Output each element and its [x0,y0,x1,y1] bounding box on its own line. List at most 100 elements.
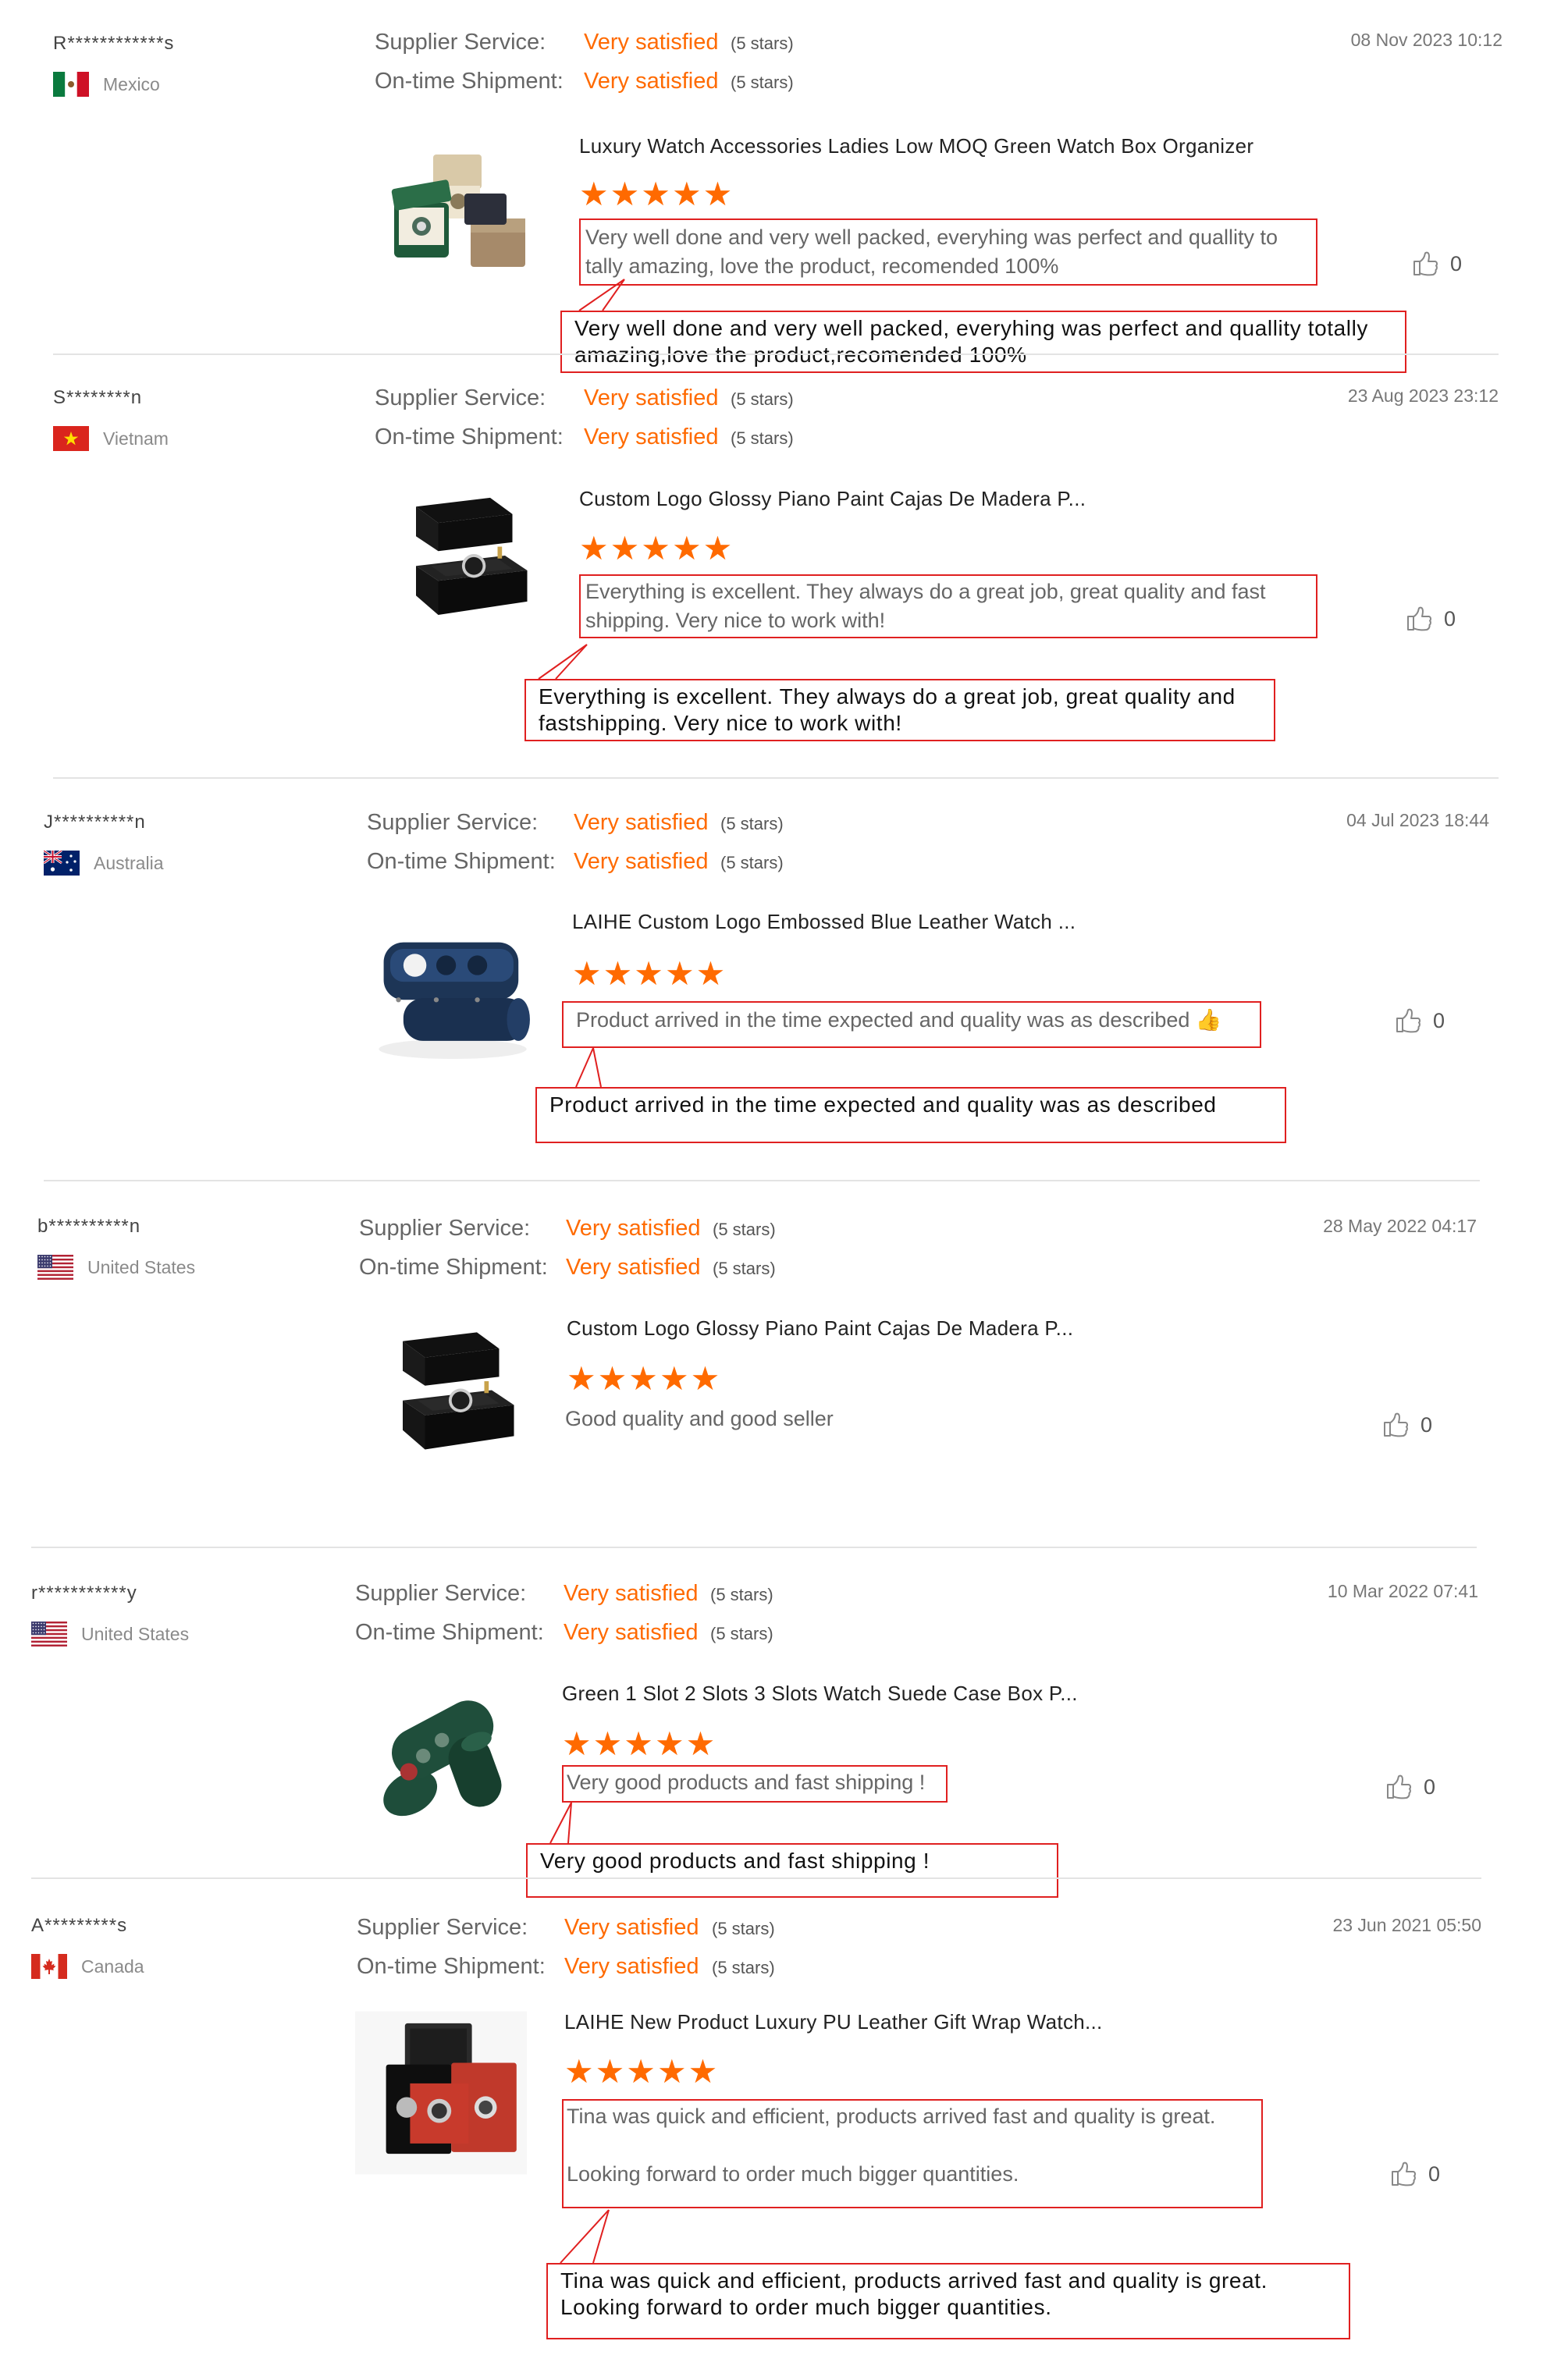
country-name: United States [81,1623,190,1644]
like-button[interactable]: 0 [1381,1411,1432,1439]
ontime-shipment-value: Very satisfied [564,1954,699,1979]
ontime-shipment-label: On-time Shipment: [355,1620,544,1645]
supplier-service-value: Very satisfied [584,30,719,55]
thumbs-up-icon [1394,1007,1422,1035]
product-rating-stars: ★★★★★ [572,955,727,992]
ontime-shipment-value: Very satisfied [564,1620,699,1645]
supplier-service-stars: (5 stars) [720,814,784,833]
review-date: 23 Jun 2021 05:50 [1332,1915,1481,1935]
product-title-link[interactable]: LAIHE Custom Logo Embossed Blue Leather … [572,910,1076,934]
product-image[interactable] [386,482,535,642]
like-count: 0 [1421,1412,1433,1437]
like-count: 0 [1433,1008,1445,1032]
reviewer-country: United States [37,1255,195,1280]
review-divider [53,777,1499,779]
supplier-service-stars: (5 stars) [731,389,794,409]
product-title-link[interactable]: Custom Logo Glossy Piano Paint Cajas De … [579,487,1086,511]
reviewer-name: S********n [53,387,143,408]
review-comment: Everything is excellent. They always do … [579,574,1317,638]
like-button[interactable]: 0 [1394,1007,1445,1035]
canada-flag-icon [31,1954,67,1979]
like-count: 0 [1424,1774,1436,1799]
like-button[interactable]: 0 [1411,250,1462,278]
ontime-shipment-label: On-time Shipment: [359,1255,548,1280]
thumbs-up-icon [1405,605,1433,633]
country-name: Canada [81,1956,144,1977]
reviewer-name: A*********s [31,1915,128,1936]
supplier-service-label: Supplier Service: [375,30,546,55]
review-divider [31,1877,1481,1879]
like-button[interactable]: 0 [1405,605,1456,633]
country-name: Mexico [103,73,160,94]
review-date: 10 Mar 2022 07:41 [1327,1581,1478,1601]
review-date: 23 Aug 2023 23:12 [1347,385,1499,406]
reviews-list: R************s Mexico Supplier Service: Ve… [0,0,1561,2380]
review-comment: Very well done and very well packed, eve… [579,218,1317,286]
reviewer-name: R************s [53,33,175,54]
product-image[interactable] [355,1686,523,1822]
like-count: 0 [1444,606,1456,631]
ontime-shipment-value: Very satisfied [574,849,709,874]
ontime-shipment-stars: (5 stars) [713,1259,776,1278]
supplier-service-value: Very satisfied [566,1216,701,1241]
product-rating-stars: ★★★★★ [579,176,734,212]
ontime-shipment-label: On-time Shipment: [357,1954,546,1979]
review-date: 08 Nov 2023 10:12 [1350,30,1502,50]
product-rating-stars: ★★★★★ [579,530,734,567]
review-divider [53,353,1499,355]
review-date: 28 May 2022 04:17 [1323,1216,1477,1236]
ontime-shipment-stars: (5 stars) [720,853,784,872]
thumbs-up-icon [1385,1773,1413,1801]
reviewer-name: J**********n [44,812,146,833]
supplier-service-stars: (5 stars) [731,34,794,53]
ontime-shipment-stars: (5 stars) [731,73,794,92]
review-callout: Very well done and very well packed, eve… [560,311,1406,373]
supplier-service-label: Supplier Service: [357,1915,528,1940]
supplier-service-label: Supplier Service: [355,1581,527,1606]
supplier-service-label: Supplier Service: [375,385,546,410]
product-title-link[interactable]: Luxury Watch Accessories Ladies Low MOQ … [579,134,1253,158]
ontime-shipment-label: On-time Shipment: [375,69,564,94]
product-title-link[interactable]: Green 1 Slot 2 Slots 3 Slots Watch Suede… [562,1682,1078,1706]
vietnam-flag-icon [53,426,89,451]
review-comment: Good quality and good seller [565,1407,834,1430]
ontime-shipment-stars: (5 stars) [710,1624,773,1643]
ontime-shipment-value: Very satisfied [566,1255,701,1280]
reviewer-name: r***********y [31,1583,137,1604]
product-title-link[interactable]: Custom Logo Glossy Piano Paint Cajas De … [567,1316,1073,1341]
ontime-shipment-stars: (5 stars) [731,428,794,448]
reviewer-country: Canada [31,1954,144,1979]
supplier-service-label: Supplier Service: [367,810,539,835]
country-name: United States [87,1256,196,1277]
review-date: 04 Jul 2023 18:44 [1346,810,1489,830]
country-name: Australia [94,852,164,873]
product-image[interactable] [367,918,539,1074]
review-divider [31,1547,1477,1548]
country-name: Vietnam [103,428,169,449]
product-image[interactable] [375,140,539,289]
thumbs-up-icon [1389,2160,1417,2188]
thumbs-up-icon [1381,1411,1410,1439]
product-image[interactable] [373,1319,521,1475]
like-button[interactable]: 0 [1385,1773,1435,1801]
australia-flag-icon [44,851,80,876]
supplier-service-stars: (5 stars) [710,1585,773,1604]
review-callout: Product arrived in the time expected and… [535,1087,1286,1143]
like-button[interactable]: 0 [1389,2160,1440,2188]
us-flag-icon [37,1255,73,1280]
us-flag-icon [31,1622,67,1646]
supplier-service-value: Very satisfied [564,1915,699,1940]
supplier-service-label: Supplier Service: [359,1216,531,1241]
supplier-service-value: Very satisfied [584,385,719,410]
product-image[interactable] [355,2007,527,2179]
review-callout: Everything is excellent. They always do … [524,679,1275,741]
ontime-shipment-label: On-time Shipment: [367,849,556,874]
ontime-shipment-value: Very satisfied [584,69,719,94]
product-rating-stars: ★★★★★ [567,1360,722,1397]
review-comment: Product arrived in the time expected and… [562,1001,1261,1048]
review-comment: Very good products and fast shipping ! [562,1765,948,1803]
ontime-shipment-value: Very satisfied [584,424,719,449]
supplier-service-stars: (5 stars) [712,1919,775,1938]
product-rating-stars: ★★★★★ [564,2053,720,2090]
product-title-link[interactable]: LAIHE New Product Luxury PU Leather Gift… [564,2010,1103,2034]
